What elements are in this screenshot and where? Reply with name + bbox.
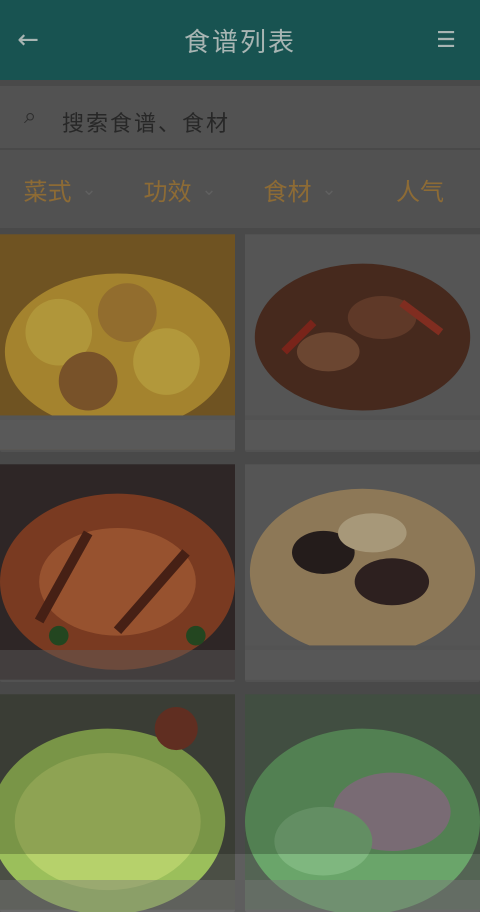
recipe-card[interactable] (245, 232, 480, 452)
recipe-title (0, 650, 235, 682)
recipe-image (0, 464, 235, 680)
filter-cuisine[interactable]: 菜式 ⌄ (0, 172, 120, 207)
filter-popularity[interactable]: 人气 (360, 172, 480, 207)
recipe-image (245, 234, 480, 450)
page-title: 食谱列表 (183, 28, 296, 58)
filter-effect[interactable]: 功效 ⌄ (120, 172, 240, 207)
app-bar: ← 食谱列表 ☰ (0, 0, 480, 80)
recipe-title (0, 880, 235, 912)
chevron-down-icon: ⌄ (201, 178, 217, 200)
filter-bar: 菜式 ⌄ 功效 ⌄ 食材 ⌄ 人气 (0, 150, 480, 228)
search-placeholder: 搜索食谱、食材 (62, 112, 231, 137)
recipe-title (245, 880, 480, 912)
recipe-grid (0, 232, 480, 912)
recipe-title (245, 650, 480, 682)
search-bar[interactable]: ⌕ 搜索食谱、食材 (0, 86, 480, 148)
filter-label: 人气 (396, 177, 444, 206)
recipe-title (0, 420, 235, 452)
recipe-card[interactable] (245, 462, 480, 682)
recipe-image (0, 234, 235, 450)
recipe-title (245, 420, 480, 452)
search-icon: ⌕ (24, 104, 37, 129)
recipe-card[interactable] (245, 692, 480, 912)
recipe-image (245, 464, 480, 680)
chevron-down-icon: ⌄ (81, 178, 97, 200)
recipe-image (0, 694, 235, 912)
recipe-image (245, 694, 480, 912)
filter-ingredient[interactable]: 食材 ⌄ (240, 172, 360, 207)
filter-label: 菜式 (23, 177, 72, 206)
recipe-card[interactable] (0, 692, 235, 912)
recipe-card[interactable] (0, 232, 235, 452)
filter-label: 功效 (143, 177, 192, 206)
menu-icon[interactable]: ☰ (426, 26, 466, 54)
recipe-card[interactable] (0, 462, 235, 682)
chevron-down-icon: ⌄ (321, 178, 337, 200)
filter-label: 食材 (263, 177, 312, 206)
